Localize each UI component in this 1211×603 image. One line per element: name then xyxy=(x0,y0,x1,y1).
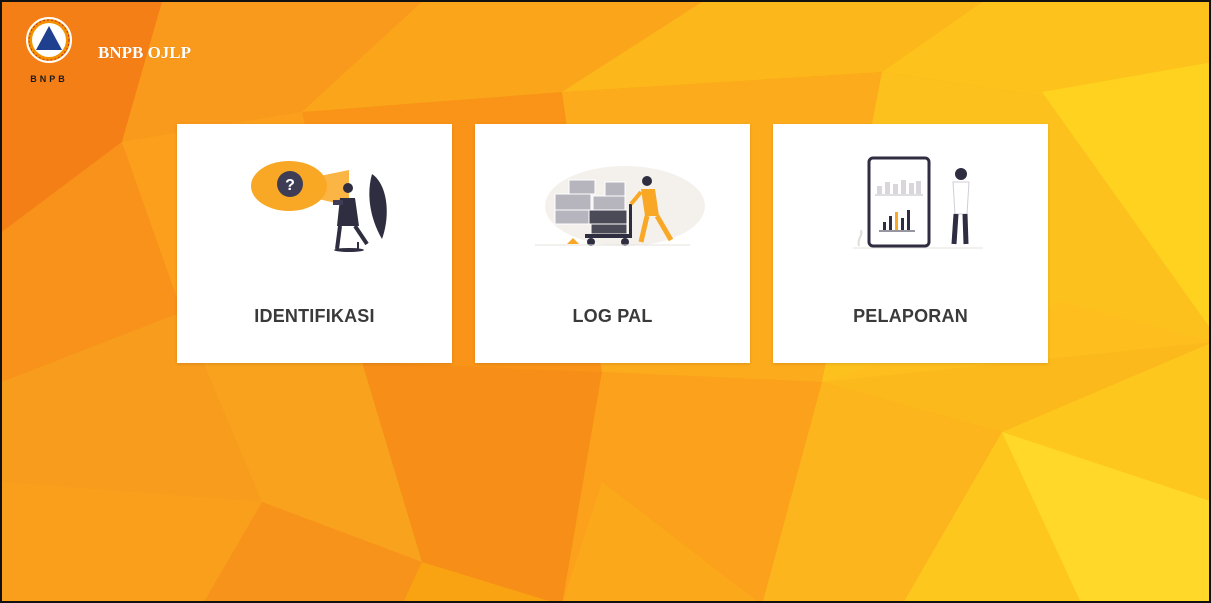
bnpb-logo[interactable]: BNPB xyxy=(24,12,74,84)
app-window: BNPB BNPB OJLP ? IDENTIFIKASI LOG PAL PE… xyxy=(0,0,1211,603)
app-title: BNPB OJLP xyxy=(98,43,192,62)
logo-text: BNPB xyxy=(30,74,68,84)
menu-card-label: PELAPORAN xyxy=(853,306,968,326)
report-chart-icon xyxy=(853,156,983,249)
svg-text:?: ? xyxy=(285,177,295,194)
menu-card-label: LOG PAL xyxy=(572,306,653,326)
question-megaphone-icon: ? xyxy=(251,161,387,252)
menu-card-label: IDENTIFIKASI xyxy=(254,306,375,326)
menu-card-log-pal[interactable]: LOG PAL xyxy=(475,124,750,363)
app-header: BNPB BNPB OJLP xyxy=(24,12,192,84)
menu-card-identifikasi[interactable]: ? IDENTIFIKASI xyxy=(177,124,452,363)
menu-card-pelaporan[interactable]: PELAPORAN xyxy=(773,124,1048,363)
menu-cards: ? IDENTIFIKASI LOG PAL PELAPORAN xyxy=(177,124,1048,363)
bnpb-emblem-icon xyxy=(26,17,72,63)
logistics-cart-icon xyxy=(535,166,705,246)
